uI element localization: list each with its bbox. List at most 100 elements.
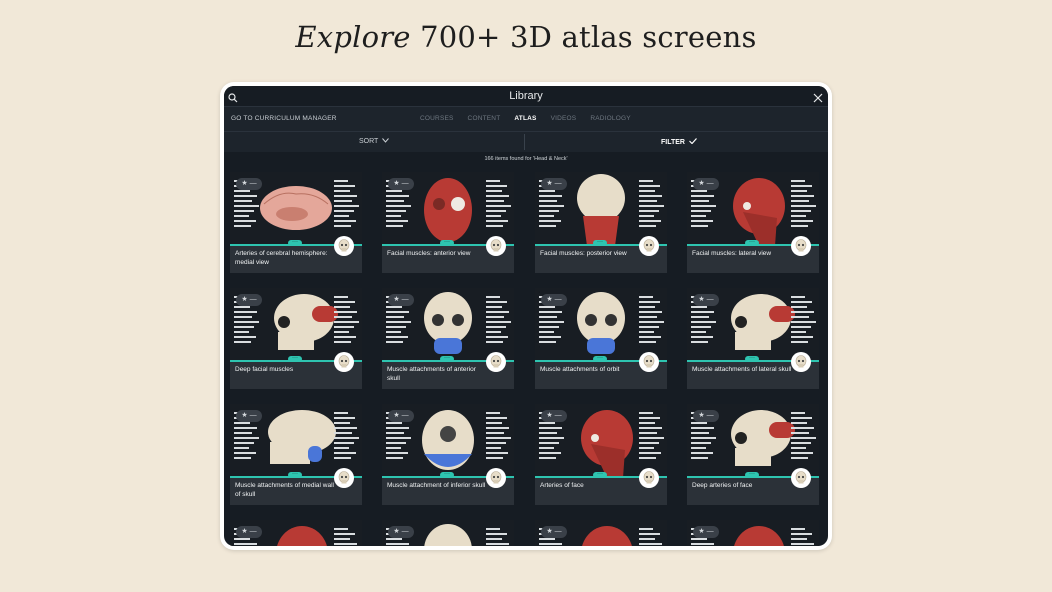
more-dots-icon[interactable]: ··· (593, 355, 607, 362)
atlas-card[interactable]: ★ —··· (230, 520, 362, 546)
star-icon[interactable]: ★ — (541, 526, 567, 538)
card-label: Arteries of cerebral hemisphere: medial … (235, 250, 328, 266)
skull-icon[interactable] (639, 236, 659, 256)
card-label: Facial muscles: posterior view (540, 250, 627, 257)
more-dots-icon[interactable]: ··· (288, 355, 302, 362)
headline-rest: 700+ 3D atlas screens (410, 20, 757, 54)
more-dots-icon[interactable]: ··· (440, 471, 454, 478)
atlas-card[interactable]: ★ — ··· Muscle attachments of medial wall … (230, 404, 362, 505)
tab-courses[interactable]: COURSES (420, 115, 454, 122)
skull-icon[interactable] (486, 236, 506, 256)
more-dots-icon[interactable]: ··· (593, 239, 607, 246)
more-dots-icon[interactable]: ··· (440, 239, 454, 246)
atlas-card[interactable]: ★ — ··· Facial muscles: anterior view (382, 172, 514, 273)
card-label: Muscle attachments of medial wall of sku… (235, 482, 334, 498)
card-label: Muscle attachments of orbit (540, 366, 620, 373)
more-dots-icon[interactable]: ··· (745, 471, 759, 478)
curriculum-manager-link[interactable]: GO TO CURRICULUM MANAGER (231, 115, 337, 122)
card-label: Muscle attachments of lateral skull (692, 366, 792, 373)
label-leaders (334, 412, 360, 462)
card-label: Facial muscles: anterior view (387, 250, 471, 257)
label-leaders (639, 180, 665, 230)
card-label: Arteries of face (540, 482, 584, 489)
atlas-card[interactable]: ★ — ··· Muscle attachment of inferior skul… (382, 404, 514, 505)
app-screen: Library GO TO CURRICULUM MANAGER COURSES… (224, 86, 828, 546)
more-dots-icon[interactable]: ··· (745, 355, 759, 362)
label-leaders (791, 412, 817, 462)
skull-icon[interactable] (791, 352, 811, 372)
sort-label: SORT (359, 138, 379, 145)
filter-label: FILTER (661, 139, 685, 146)
atlas-card[interactable]: ★ — ··· Facial muscles: lateral view (687, 172, 819, 273)
skull-icon[interactable] (334, 236, 354, 256)
tab-content[interactable]: CONTENT (468, 115, 501, 122)
skull-icon[interactable] (486, 468, 506, 488)
atlas-card[interactable]: ★ —··· (535, 520, 667, 546)
star-icon[interactable]: ★ — (693, 526, 719, 538)
atlas-card[interactable]: ★ — ··· Facial muscles: posterior view (535, 172, 667, 273)
atlas-card[interactable]: ★ — ··· Deep arteries of face (687, 404, 819, 505)
label-leaders (334, 296, 360, 346)
sort-filter-bar: SORT FILTER (224, 132, 828, 152)
label-leaders (486, 296, 512, 346)
label-leaders (486, 528, 512, 546)
card-label: Muscle attachment of inferior skull (387, 482, 486, 489)
atlas-card[interactable]: ★ —··· (687, 520, 819, 546)
atlas-card[interactable]: ★ — ··· Arteries of cerebral hemisphere: m… (230, 172, 362, 273)
atlas-card[interactable]: ★ — ··· Muscle attachments of lateral skul… (687, 288, 819, 389)
star-icon[interactable]: ★ — (236, 294, 262, 306)
tab-radiology[interactable]: RADIOLOGY (590, 115, 630, 122)
label-leaders (334, 180, 360, 230)
star-icon[interactable]: ★ — (236, 178, 262, 190)
atlas-card[interactable]: ★ — ··· Muscle attachments of orbit (535, 288, 667, 389)
label-leaders (791, 180, 817, 230)
tab-bar: COURSES CONTENT ATLAS VIDEOS RADIOLOGY (420, 115, 645, 122)
tab-atlas[interactable]: ATLAS (514, 115, 536, 122)
close-icon[interactable] (813, 90, 823, 108)
skull-icon[interactable] (791, 236, 811, 256)
star-icon[interactable]: ★ — (693, 294, 719, 306)
sort-button[interactable]: SORT (359, 138, 390, 145)
more-dots-icon[interactable]: ··· (288, 239, 302, 246)
atlas-card[interactable]: ★ — ··· Muscle attachments of anterior sku… (382, 288, 514, 389)
skull-icon[interactable] (639, 352, 659, 372)
tablet-frame: Library GO TO CURRICULUM MANAGER COURSES… (220, 82, 832, 550)
star-icon[interactable]: ★ — (388, 526, 414, 538)
star-icon[interactable]: ★ — (388, 410, 414, 422)
atlas-card[interactable]: ★ — ··· Arteries of face (535, 404, 667, 505)
star-icon[interactable]: ★ — (541, 294, 567, 306)
card-label: Deep facial muscles (235, 366, 294, 373)
label-leaders (334, 528, 360, 546)
star-icon[interactable]: ★ — (693, 178, 719, 190)
check-icon (689, 138, 697, 145)
more-dots-icon[interactable]: ··· (745, 239, 759, 246)
star-icon[interactable]: ★ — (388, 178, 414, 190)
atlas-card[interactable]: ★ — ··· Deep facial muscles (230, 288, 362, 389)
label-leaders (486, 412, 512, 462)
tab-videos[interactable]: VIDEOS (551, 115, 577, 122)
star-icon[interactable]: ★ — (541, 410, 567, 422)
label-leaders (791, 528, 817, 546)
star-icon[interactable]: ★ — (236, 526, 262, 538)
skull-icon[interactable] (791, 468, 811, 488)
more-dots-icon[interactable]: ··· (440, 355, 454, 362)
star-icon[interactable]: ★ — (236, 410, 262, 422)
skull-icon[interactable] (486, 352, 506, 372)
label-leaders (486, 180, 512, 230)
label-leaders (791, 296, 817, 346)
star-icon[interactable]: ★ — (693, 410, 719, 422)
more-dots-icon[interactable]: ··· (288, 471, 302, 478)
skull-icon[interactable] (334, 352, 354, 372)
skull-icon[interactable] (334, 468, 354, 488)
label-leaders (639, 296, 665, 346)
more-dots-icon[interactable]: ··· (593, 471, 607, 478)
headline-italic: Explore (295, 20, 411, 54)
headline: Explore 700+ 3D atlas screens (0, 20, 1052, 54)
star-icon[interactable]: ★ — (388, 294, 414, 306)
chevron-down-icon (382, 138, 390, 143)
skull-icon[interactable] (639, 468, 659, 488)
star-icon[interactable]: ★ — (541, 178, 567, 190)
filter-button[interactable]: FILTER (661, 138, 697, 146)
label-leaders (639, 528, 665, 546)
atlas-card[interactable]: ★ —··· (382, 520, 514, 546)
